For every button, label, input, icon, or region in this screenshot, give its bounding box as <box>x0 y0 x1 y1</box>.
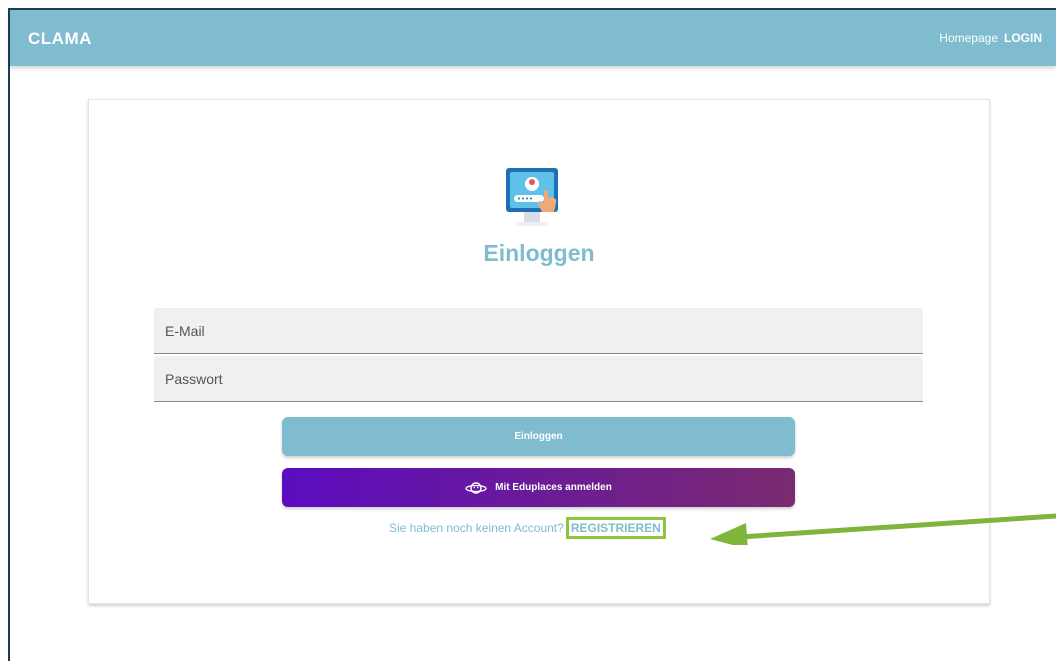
planet-icon <box>465 481 487 494</box>
email-field-label: E-Mail <box>165 323 205 339</box>
email-field[interactable]: E-Mail <box>154 308 923 354</box>
top-nav: Homepage LOGIN <box>939 31 1042 45</box>
register-link[interactable]: REGISTRIEREN <box>565 517 666 539</box>
app-bar: CLAMA Homepage LOGIN <box>10 10 1056 66</box>
nav-homepage-link[interactable]: Homepage <box>939 31 998 45</box>
nav-login-link[interactable]: LOGIN <box>1004 31 1042 45</box>
eduplaces-login-button[interactable]: Mit Eduplaces anmelden <box>282 468 795 507</box>
brand-logo-text[interactable]: CLAMA <box>28 29 92 49</box>
page-title: Einloggen <box>483 240 595 266</box>
eduplaces-button-label: Mit Eduplaces anmelden <box>495 482 612 493</box>
password-field[interactable]: Passwort <box>154 356 923 402</box>
register-row: Sie haben noch keinen Account? REGISTRIE… <box>389 517 666 539</box>
password-field-label: Passwort <box>165 371 223 387</box>
arrow-left-icon <box>710 513 1056 545</box>
login-button[interactable]: Einloggen <box>282 417 795 456</box>
login-button-label: Einloggen <box>514 431 563 442</box>
register-prompt: Sie haben noch keinen Account? <box>389 521 564 535</box>
computer-login-icon <box>506 168 558 226</box>
